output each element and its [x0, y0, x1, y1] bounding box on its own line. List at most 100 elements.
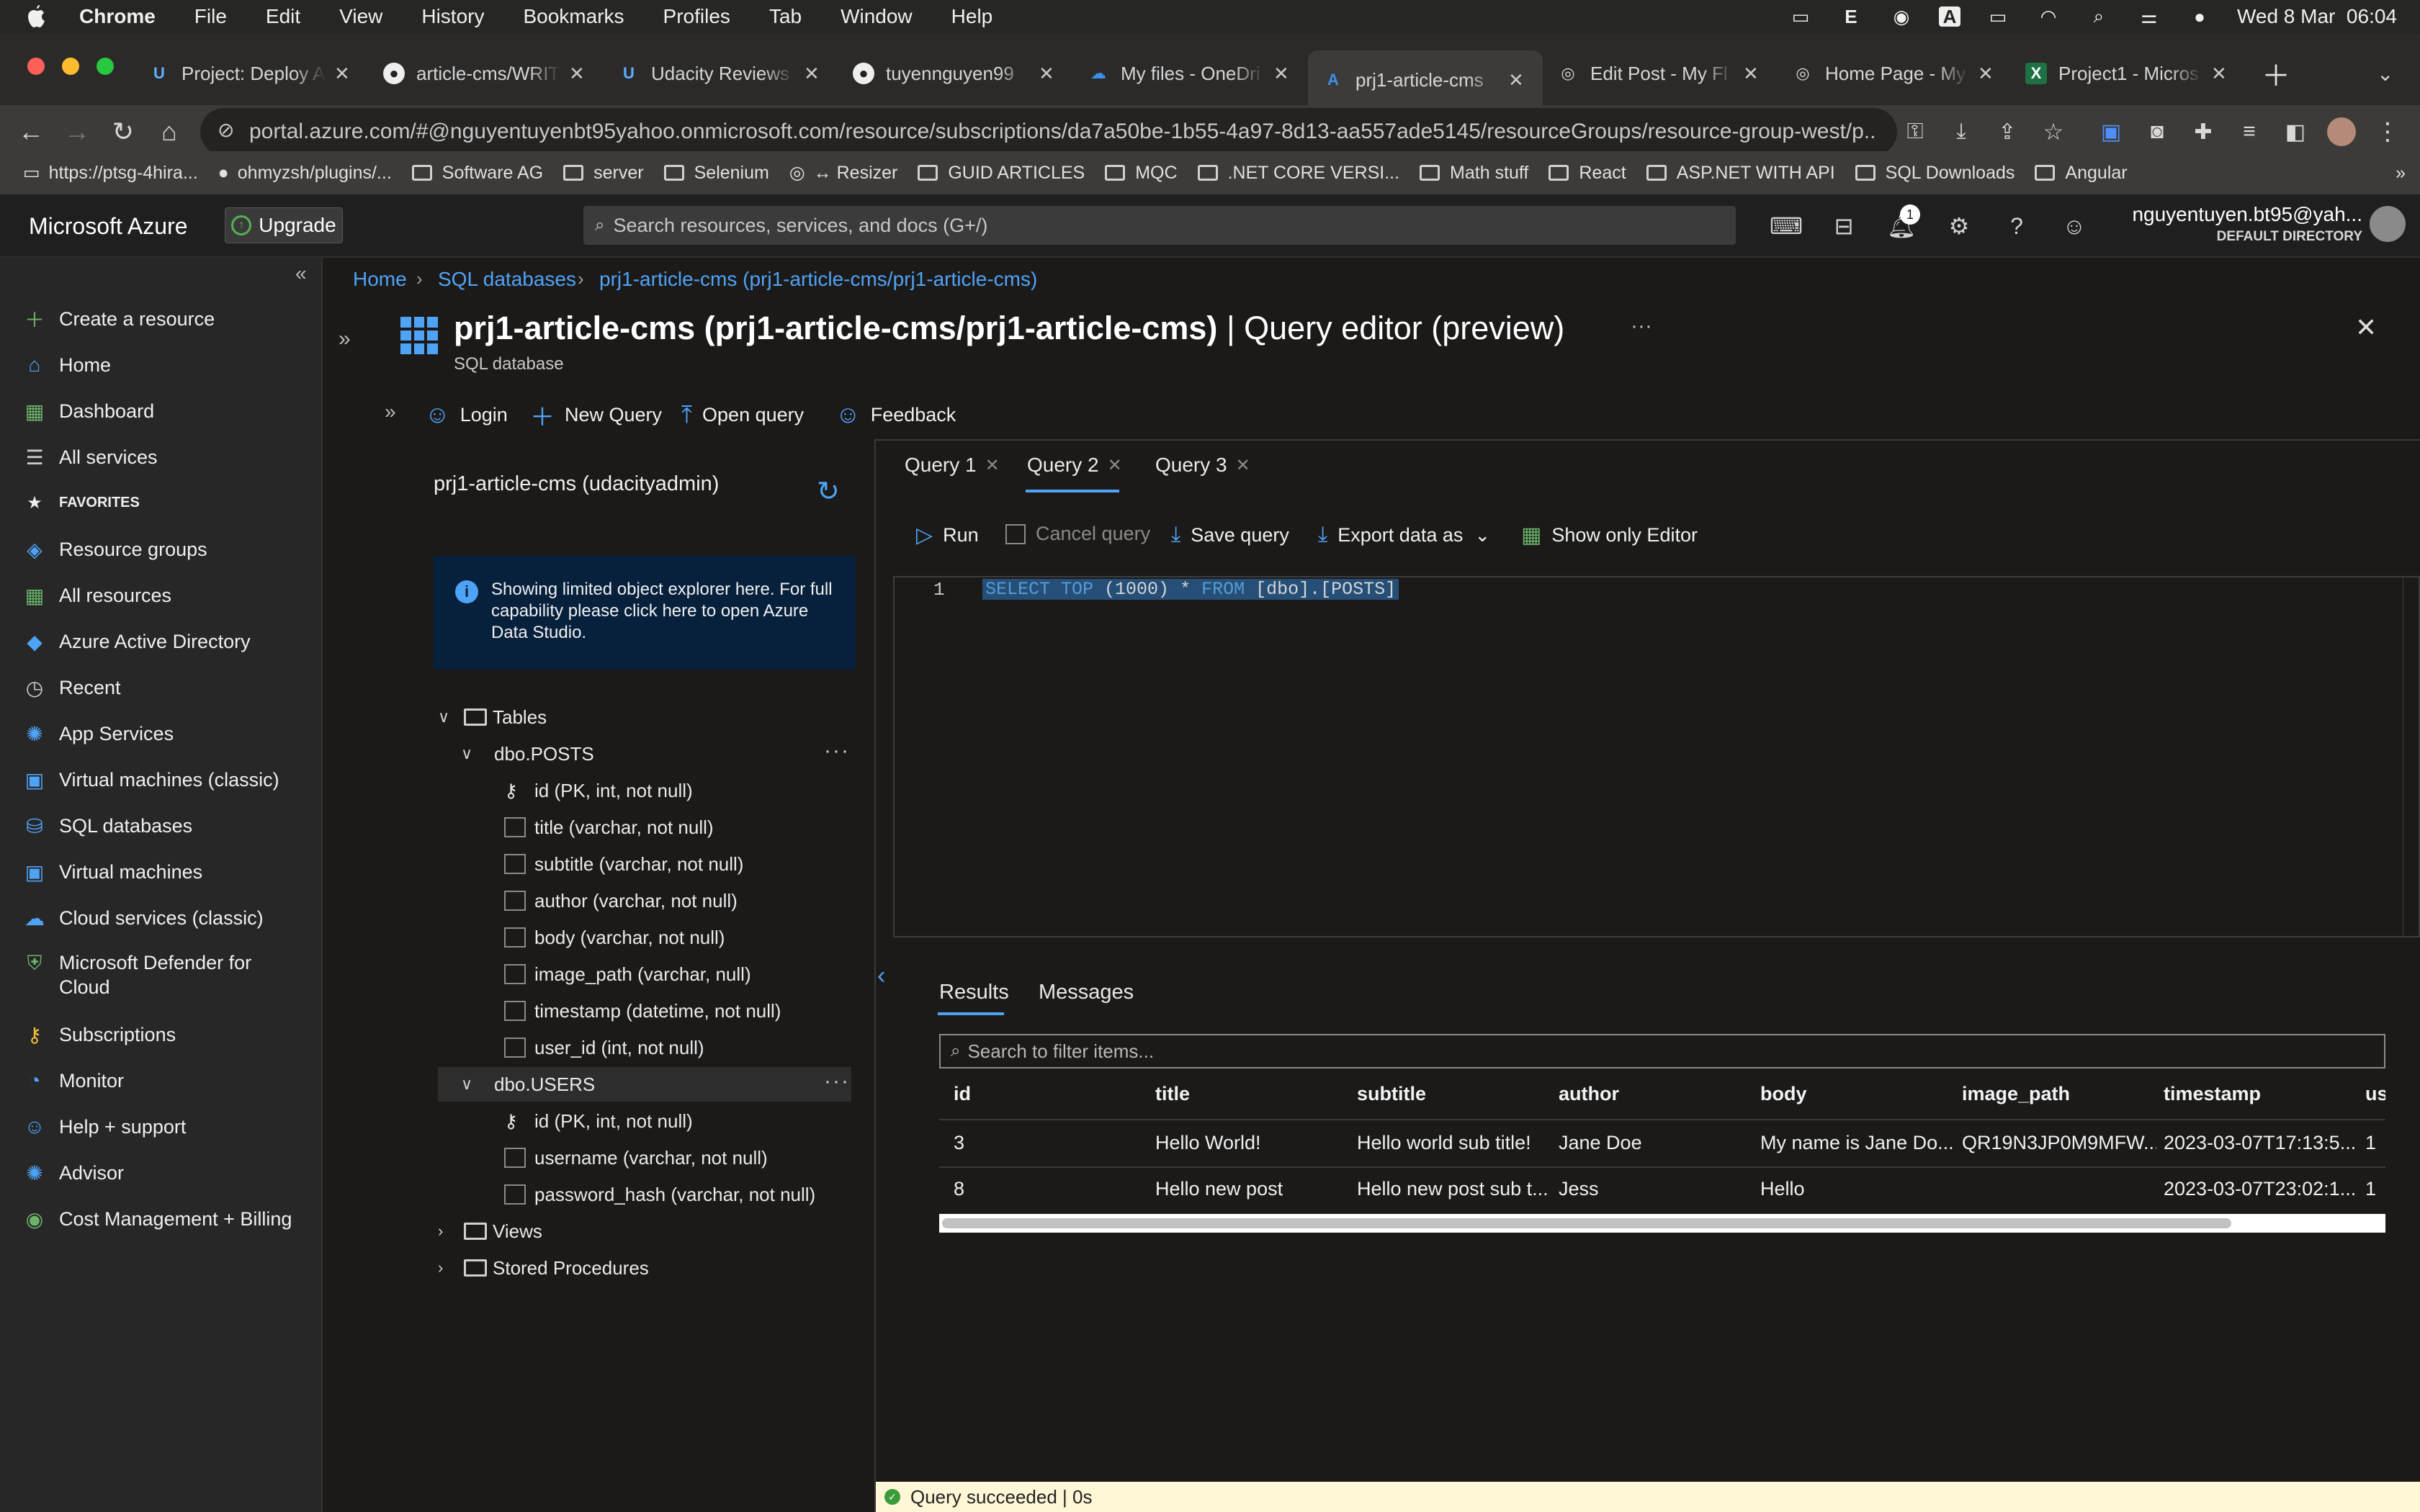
sidebar-item-resource-groups[interactable]: ◈ Resource groups [22, 528, 207, 571]
tree-column[interactable]: username (varchar, not null) [504, 1143, 768, 1172]
share-icon[interactable]: ⇪ [1984, 108, 2031, 156]
results-filter-input[interactable]: ⌕ Search to filter items... [939, 1034, 2385, 1068]
azure-brand[interactable]: Microsoft Azure [29, 213, 188, 240]
table-cell[interactable]: QR19N3JP0M9MFW... [1962, 1132, 2156, 1154]
sidebar-item-sql-databases[interactable]: ⛁ SQL databases [22, 804, 192, 847]
account-info[interactable]: nguyentuyen.bt95@yah... DEFAULT DIRECTOR… [2089, 203, 2362, 245]
spotlight-search-icon[interactable]: ⌕ [2086, 5, 2112, 27]
tab-query-2[interactable]: Query 2 ✕ [1027, 454, 1122, 477]
breadcrumb-home[interactable]: Home [353, 268, 407, 291]
sidebar-item-dashboard[interactable]: ▦ Dashboard [22, 390, 154, 433]
menu-tab[interactable]: Tab [769, 5, 802, 28]
tab-close-icon[interactable]: ✕ [334, 63, 350, 85]
lock-icon[interactable]: ⊘ [218, 118, 234, 142]
table-cell[interactable]: 3 [954, 1132, 1141, 1154]
bookmark-folder[interactable]: React [1549, 163, 1626, 184]
translate-icon[interactable]: ▣ [2087, 108, 2135, 156]
browser-tab[interactable]: U Project: Deploy A ✕ [148, 53, 357, 94]
bookmark-folder[interactable]: Software AG [411, 163, 543, 184]
menu-edit[interactable]: Edit [266, 5, 300, 28]
play-icon[interactable]: ◉ [1888, 6, 1914, 27]
browser-tab[interactable]: ● tuyennguyen99 ✕ [853, 53, 1062, 94]
menu-clock[interactable]: Wed 8 Mar 06:04 [2237, 5, 2397, 28]
sidebar-item-advisor[interactable]: ✺ Advisor [22, 1151, 124, 1194]
tree-column[interactable]: timestamp (datetime, not null) [504, 996, 781, 1025]
bookmark-folder[interactable]: SQL Downloads [1855, 163, 2015, 184]
feedback-person-icon[interactable]: ☺ [2057, 209, 2092, 243]
tree-tables[interactable]: ∨ Tables [438, 703, 547, 732]
tree-column[interactable]: ⚷ id (PK, int, not null) [504, 776, 693, 805]
media-icon[interactable]: ≡ [2226, 108, 2273, 156]
scrollbar-thumb[interactable] [942, 1218, 2231, 1228]
bookmark-folder[interactable]: .NET CORE VERSI... [1197, 163, 1399, 184]
sidebar-item-virtual-machines[interactable]: ▣ Virtual machines [22, 850, 202, 894]
cloud-shell-icon[interactable]: ⌨ [1769, 209, 1803, 243]
editor-scrollbar[interactable] [2403, 577, 2419, 936]
zoom-window-button[interactable] [97, 58, 114, 75]
browser-tab[interactable]: ☁ My files - OneDri ✕ [1088, 53, 1296, 94]
column-header[interactable]: body [1760, 1083, 1807, 1105]
table-cell[interactable]: Hello new post [1155, 1178, 1343, 1200]
column-header[interactable]: us [2365, 1083, 2385, 1105]
export-data-button[interactable]: ⤓ Export data as ⌄ [1318, 523, 1490, 547]
home-icon[interactable]: ⌂ [145, 108, 193, 156]
sidebar-item-defender[interactable]: ⛨ Microsoft Defender for Cloud [22, 950, 251, 1001]
key-icon[interactable]: ⚿ [1891, 108, 1939, 156]
bookmark-folder[interactable]: GUID ARTICLES [918, 163, 1085, 184]
close-icon[interactable]: ✕ [985, 455, 1000, 476]
table-cell[interactable]: 2023-03-07T23:02:1... [2164, 1178, 2358, 1200]
tab-results[interactable]: Results [939, 981, 1009, 1004]
siri-icon[interactable]: ● [2187, 6, 2213, 27]
refresh-icon[interactable]: ↻ [817, 475, 840, 508]
breadcrumb-database[interactable]: prj1-article-cms (prj1-article-cms/prj1-… [599, 268, 1037, 291]
tab-close-icon[interactable]: ✕ [1978, 63, 1994, 85]
tab-close-icon[interactable]: ✕ [569, 63, 585, 85]
bookmark-folder[interactable]: Angular [2035, 163, 2128, 184]
settings-gear-icon[interactable]: ⚙ [1942, 209, 1976, 243]
close-icon[interactable]: ✕ [1236, 455, 1250, 476]
extensions-icon[interactable]: ✚ [2179, 108, 2227, 156]
menu-help[interactable]: Help [951, 5, 993, 28]
column-header[interactable]: title [1155, 1083, 1190, 1105]
table-cell[interactable]: 8 [954, 1178, 1141, 1200]
table-cell[interactable]: Jess [1559, 1178, 1746, 1200]
close-blade-icon[interactable]: ✕ [2355, 312, 2377, 343]
bookmark-item[interactable]: ▭ https://ptsg-4hira... [23, 162, 198, 184]
input-source-icon[interactable]: A [1938, 6, 1960, 27]
directory-filter-icon[interactable]: ⊟ [1827, 209, 1861, 243]
sidebar-item-all-resources[interactable]: ▦ All resources [22, 574, 171, 617]
browser-tab[interactable]: U Udacity Reviews ✕ [618, 53, 827, 94]
browser-tab[interactable]: ● article-cms/WRIT ✕ [383, 53, 592, 94]
bookmark-folder[interactable]: Math stuff [1420, 163, 1528, 184]
breadcrumb-sql-databases[interactable]: SQL databases [438, 268, 576, 291]
side-panel-icon[interactable]: ◧ [2272, 108, 2319, 156]
column-header[interactable]: timestamp [2164, 1083, 2261, 1105]
menu-window[interactable]: Window [841, 5, 913, 28]
battery-icon[interactable]: ▭ [1985, 6, 2011, 27]
tree-column[interactable]: title (varchar, not null) [504, 813, 714, 842]
tab-close-icon[interactable]: ✕ [1508, 69, 1524, 91]
table-cell[interactable]: Hello [1760, 1178, 1955, 1200]
tab-query-3[interactable]: Query 3 ✕ [1155, 454, 1250, 477]
tab-close-icon[interactable]: ✕ [2211, 63, 2227, 85]
column-header[interactable]: image_path [1962, 1083, 2070, 1105]
tree-views[interactable]: › Views [438, 1217, 542, 1246]
bookmark-folder[interactable]: Selenium [663, 163, 769, 184]
more-bookmarks-icon[interactable]: » [2396, 163, 2406, 184]
tree-column[interactable]: image_path (varchar, null) [504, 960, 751, 989]
browser-tab[interactable]: X Project1 - Micros ✕ [2025, 53, 2234, 94]
tree-column[interactable]: author (varchar, not null) [504, 886, 738, 915]
sidebar-item-create-resource[interactable]: ＋ Create a resource [22, 297, 215, 341]
sidebar-item-app-services[interactable]: ✺ App Services [22, 712, 174, 755]
tree-column[interactable]: subtitle (varchar, not null) [504, 850, 743, 878]
control-center-icon[interactable]: ⚌ [2136, 6, 2162, 27]
login-button[interactable]: ☺ Login [425, 400, 508, 429]
tree-column[interactable]: ⚷ id (PK, int, not null) [504, 1107, 693, 1135]
menu-app-name[interactable]: Chrome [79, 5, 156, 28]
screen-share-icon[interactable]: ▭ [1788, 6, 1814, 27]
open-query-button[interactable]: ⤒ Open query [681, 400, 804, 429]
results-horizontal-scrollbar[interactable] [939, 1214, 2385, 1233]
forward-arrow-icon[interactable]: → [53, 108, 101, 156]
back-arrow-icon[interactable]: ← [7, 108, 55, 156]
camera-icon[interactable]: ◙ [2133, 108, 2181, 156]
